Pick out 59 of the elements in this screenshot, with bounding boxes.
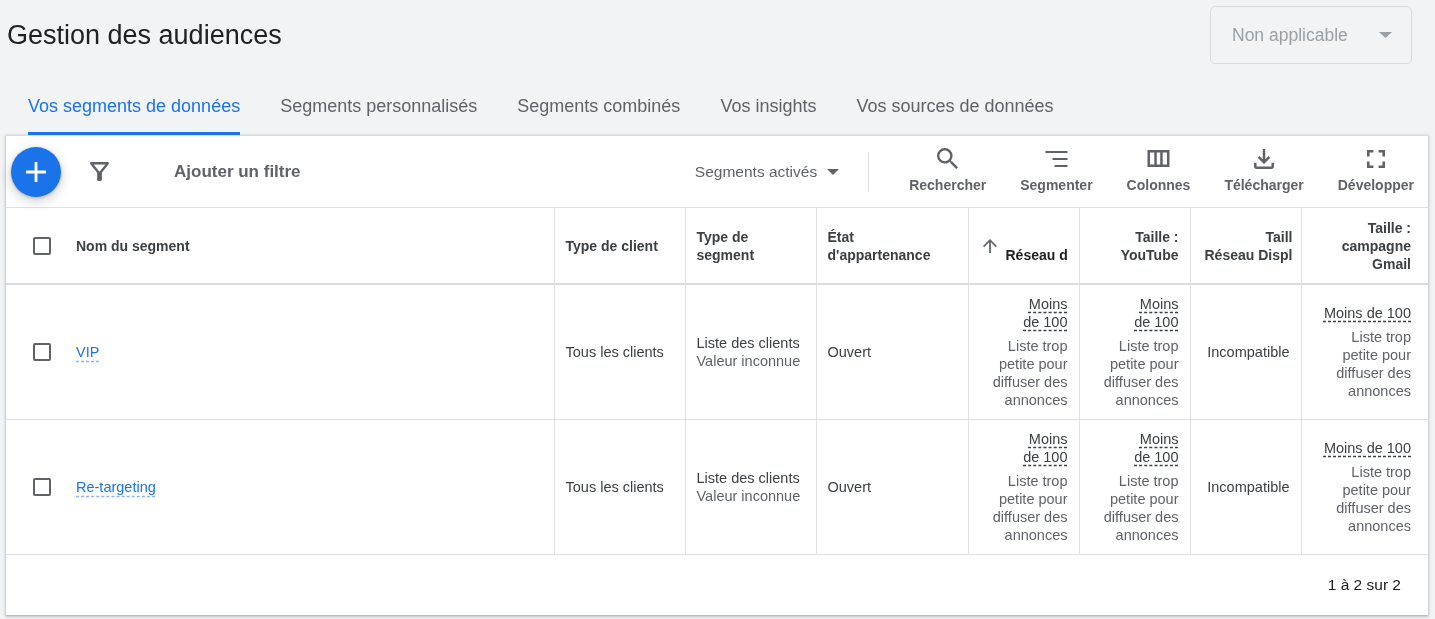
size-status: Incompatible — [1207, 478, 1290, 495]
plus-icon — [26, 161, 46, 182]
row-checkbox[interactable] — [33, 477, 51, 496]
column-header[interactable]: Taille : YouTube — [1120, 227, 1179, 264]
filter-icon[interactable] — [90, 162, 109, 181]
table-cell: Tous les clients — [554, 284, 685, 419]
lines-icon — [1044, 150, 1068, 167]
size-note: Liste trop petite pour diffuser des annonces — [1102, 471, 1179, 544]
segment-type-detail: Valeur inconnue — [696, 486, 802, 505]
row-checkbox[interactable] — [33, 342, 51, 361]
sort-up-arrow-icon — [982, 238, 997, 253]
table-cell: Ouvert — [816, 284, 968, 419]
size-note: Liste trop petite pour diffuser des annonces — [991, 471, 1068, 544]
tab[interactable]: Vos sources de données — [856, 78, 1054, 135]
search-icon — [937, 148, 959, 169]
column-header[interactable]: État d'appartenance — [827, 227, 931, 264]
tab[interactable]: Segments combinés — [517, 78, 681, 135]
segment-name-link[interactable]: VIP — [76, 343, 100, 360]
caret-icon — [1379, 32, 1392, 38]
column-header[interactable]: Réseau d — [1005, 245, 1068, 264]
download-button[interactable]: Télécharger — [1224, 147, 1304, 194]
audience-size: Moins de 100 — [1023, 295, 1068, 330]
fullscreen-icon — [1366, 149, 1385, 168]
columns-button[interactable]: Colonnes — [1126, 147, 1191, 194]
segment-button[interactable]: Segmenter — [1020, 147, 1093, 194]
column-header[interactable]: Type de client — [565, 236, 658, 255]
size-note: Liste trop petite pour diffuser des annonces — [1335, 327, 1411, 400]
caret-icon — [827, 168, 840, 175]
tab[interactable]: Segments personnalisés — [280, 78, 478, 135]
segment-name-link[interactable]: Re-targeting — [76, 478, 156, 495]
columns-icon — [1147, 150, 1170, 167]
audience-size: Moins de 100 — [1323, 439, 1411, 456]
tab[interactable]: Vos insights — [720, 78, 817, 135]
audience-size: Moins de 100 — [1323, 304, 1411, 321]
add-button[interactable] — [11, 146, 61, 197]
column-header[interactable]: Nom du segment — [76, 236, 190, 255]
size-status: Incompatible — [1207, 343, 1290, 360]
page-title: Gestion des audiences — [7, 19, 282, 51]
audience-size: Moins de 100 — [1134, 295, 1179, 330]
segment-type: Liste des clients — [696, 468, 801, 487]
column-header[interactable]: Taille : campagne Gmail — [1341, 218, 1411, 273]
size-note: Liste trop petite pour diffuser des annonces — [1335, 462, 1411, 535]
size-note: Liste trop petite pour diffuser des annonces — [1102, 336, 1179, 409]
expand-button[interactable]: Développer — [1337, 147, 1414, 194]
segment-type: Liste des clients — [696, 333, 801, 352]
audience-size: Moins de 100 — [1134, 430, 1179, 465]
table-cell: Ouvert — [816, 419, 968, 554]
table-cell: Tous les clients — [554, 419, 685, 554]
download-icon — [1254, 148, 1275, 169]
search-button[interactable]: Rechercher — [909, 147, 987, 194]
audience-size: Moins de 100 — [1023, 430, 1068, 465]
size-note: Liste trop petite pour diffuser des annonces — [991, 336, 1068, 409]
add-filter-button[interactable]: Ajouter un filtre — [174, 161, 301, 182]
column-header[interactable]: Type de segment — [696, 227, 755, 264]
segment-filter-dropdown[interactable]: Segments activés — [694, 162, 840, 181]
column-header[interactable]: Taill Réseau Displ — [1204, 227, 1293, 264]
segment-type-detail: Valeur inconnue — [696, 351, 802, 370]
select-all-checkbox[interactable] — [33, 236, 51, 255]
pagination-range: 1 à 2 sur 2 — [1327, 575, 1401, 594]
